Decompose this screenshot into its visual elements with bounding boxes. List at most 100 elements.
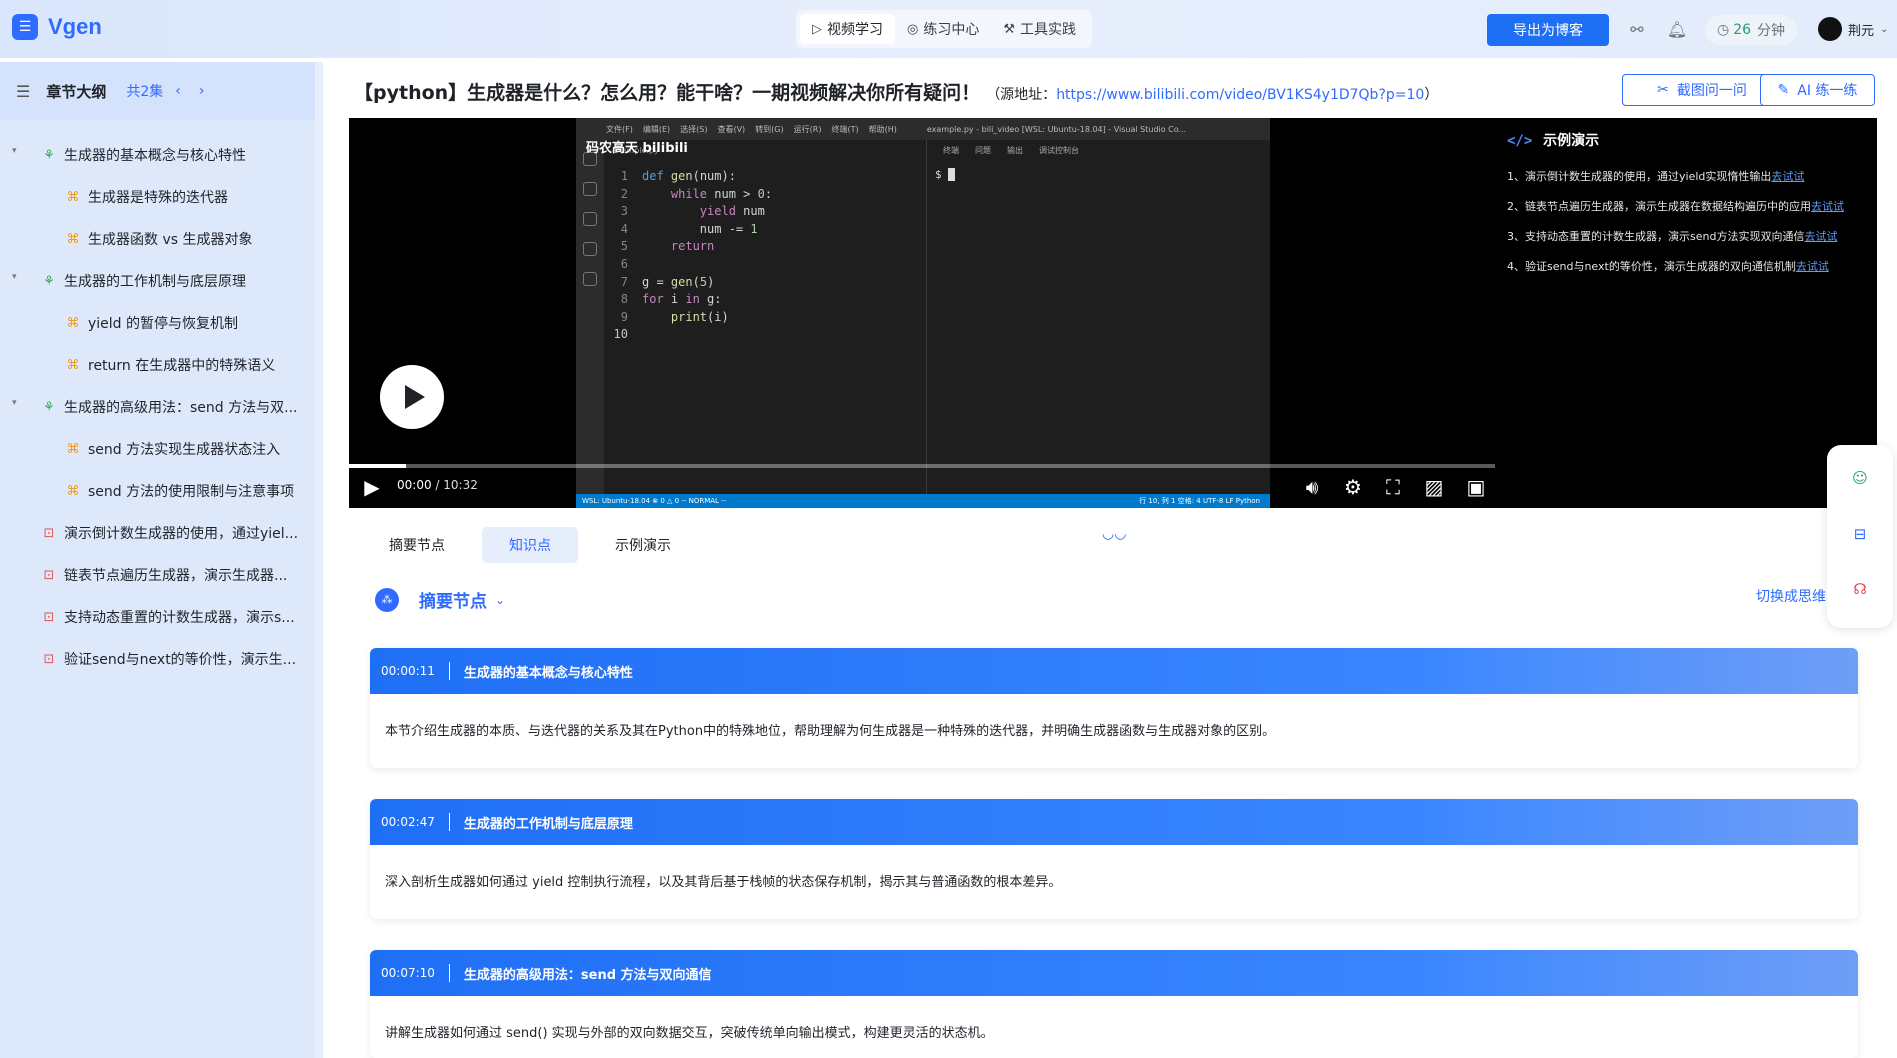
demo-item: 4、验证send与next的等价性，演示生成器的双向通信机制去试试 <box>1507 260 1829 273</box>
tab-knowledge[interactable]: 知识点 <box>482 527 578 563</box>
tab-summary[interactable]: 摘要节点 <box>362 527 472 563</box>
card-body: 深入剖析生成器如何通过 yield 控制执行流程，以及其背后基于栈帧的状态保存机… <box>385 875 1062 890</box>
outline-item[interactable]: ⊡ 演示倒计数生成器的使用，通过yiel... <box>0 512 315 554</box>
caret-down-icon[interactable]: ▾ <box>12 272 17 282</box>
caret-down-icon[interactable]: ▾ <box>12 146 17 156</box>
try-link[interactable]: 去试试 <box>1804 230 1837 243</box>
outline-item[interactable]: ⌘ 生成器函数 vs 生成器对象 <box>0 218 315 260</box>
outline-item[interactable]: ⌘ 生成器是特殊的迭代器 <box>0 176 315 218</box>
video-progress-bar[interactable] <box>349 464 1495 468</box>
user-menu[interactable]: 荆元 ⌄ <box>1818 17 1888 41</box>
outline-item[interactable]: ⌘ return 在生成器中的特殊语义 <box>0 344 315 386</box>
outline-item[interactable]: ▾ ⚘ 生成器的高级用法：send 方法与双... <box>0 386 315 428</box>
share-icon[interactable]: ⚯ <box>1626 18 1648 40</box>
total-time: 10:32 <box>443 478 478 492</box>
nav-video-learning[interactable]: ▷ 视频学习 <box>800 14 895 44</box>
screenshot-ask-button[interactable]: ✂ 截图问一问 <box>1622 74 1782 106</box>
toolbox-icon[interactable]: ⊟ <box>1849 523 1871 545</box>
outline-item[interactable]: ⌘ send 方法的使用限制与注意事项 <box>0 470 315 512</box>
sidebar-header: ☰ 章节大纲 共2集 ‹ › <box>0 62 315 120</box>
try-link[interactable]: 去试试 <box>1771 170 1804 183</box>
card-body: 讲解生成器如何通过 send() 实现与外部的双向数据交互，突破传统单向输出模式… <box>385 1026 994 1041</box>
code-line: 5 return <box>620 239 715 254</box>
outline-label: 生成器的基本概念与核心特性 <box>64 148 246 164</box>
fullscreen-icon[interactable]: ⛶ <box>1380 474 1406 500</box>
nav-label: 工具实践 <box>1020 22 1076 38</box>
source-suffix: ） <box>1424 87 1439 103</box>
summary-card[interactable]: 00:00:11 生成器的基本概念与核心特性 本节介绍生成器的本质、与迭代器的关… <box>370 648 1858 768</box>
picture-in-picture-icon[interactable]: ▣ <box>1463 474 1489 500</box>
status-left: WSL: Ubuntu-18.04 ⊗ 0 △ 0 -- NORMAL -- <box>582 497 727 505</box>
terminal-tab: 问题 <box>975 145 991 155</box>
nodes-icon: ⁂ <box>375 587 399 612</box>
chevron-right-icon[interactable]: › <box>199 83 205 99</box>
big-play-button[interactable] <box>380 365 444 429</box>
outline-item[interactable]: ▾ ⚘ 生成器的基本概念与核心特性 <box>0 134 315 176</box>
summary-section-header[interactable]: ⁂ 摘要节点 ⌄ <box>375 587 505 612</box>
vscode-editor: example.py 1 def gen (num): 2 while num > … <box>604 140 924 498</box>
video-time: 00:00 / 10:32 <box>397 478 478 492</box>
caret-down-icon[interactable]: ▾ <box>12 398 17 408</box>
ai-practice-button[interactable]: ✎ AI 练一练 <box>1760 74 1875 106</box>
episode-count: 共2集 <box>126 84 164 100</box>
section-title: 摘要节点 <box>419 592 487 612</box>
summary-card[interactable]: 00:07:10 生成器的高级用法：send 方法与双向通信 讲解生成器如何通过… <box>370 950 1858 1058</box>
node-icon: ⌘ <box>66 441 80 457</box>
video-title: 【python】生成器是什么？怎么用？能干啥？一期视频解决你所有疑问！ <box>354 82 981 104</box>
nav-label: 练习中心 <box>923 22 980 38</box>
sparkle-icon: ✎ <box>1777 82 1790 98</box>
sidebar-scrollbar[interactable] <box>315 62 323 1058</box>
try-link[interactable]: 去试试 <box>1811 200 1844 213</box>
code-line: 3 yield num <box>620 204 765 219</box>
demo-icon: ⊡ <box>43 567 55 583</box>
code-line: 7g = gen(5) <box>620 274 715 289</box>
summary-card[interactable]: 00:02:47 生成器的工作机制与底层原理 深入剖析生成器如何通过 yield… <box>370 799 1858 919</box>
outline-item[interactable]: ⌘ yield 的暂停与恢复机制 <box>0 302 315 344</box>
source-info: （源地址：https://www.bilibili.com/video/BV1K… <box>986 87 1438 103</box>
collapse-menu-icon[interactable]: ☰ <box>16 82 30 101</box>
tree-icon: ⚘ <box>43 399 55 415</box>
video-player[interactable]: 文件(F) 编辑(E) 选择(S) 查看(V) 转到(G) 运行(R) 终端(T… <box>349 118 1495 508</box>
terminal-prompt: $ _ <box>935 168 955 181</box>
source-link[interactable]: https://www.bilibili.com/video/BV1KS4y1D… <box>1056 87 1424 103</box>
vscode-menu: 运行(R) <box>793 124 822 134</box>
outline-label: 生成器的工作机制与底层原理 <box>64 274 246 290</box>
chat-bot-icon[interactable]: ☺ <box>1849 467 1871 489</box>
sidebar-title: 章节大纲 <box>46 82 107 101</box>
try-link[interactable]: 去试试 <box>1796 260 1829 273</box>
app-logo[interactable]: ☰ Vgen <box>12 14 102 40</box>
card-title: 生成器的工作机制与底层原理 <box>463 816 633 832</box>
nav-tool-practice[interactable]: ⚒ 工具实践 <box>991 14 1088 44</box>
wrench-icon: ⚒ <box>1003 21 1015 37</box>
eye-closed-icon[interactable]: ◡◡ <box>1102 526 1126 542</box>
outline-item[interactable]: ⊡ 验证send与next的等价性，演示生... <box>0 638 315 680</box>
divider <box>448 964 450 982</box>
headset-icon[interactable]: ☊ <box>1849 578 1871 600</box>
card-timestamp[interactable]: 00:07:10 <box>381 966 435 980</box>
demo-item: 2、链表节点遍历生成器，演示生成器在数据结构遍历中的应用去试试 <box>1507 200 1844 213</box>
nav-practice-center[interactable]: ◎ 练习中心 <box>895 14 991 44</box>
demo-icon: ⊡ <box>43 609 55 625</box>
chevron-left-icon[interactable]: ‹ <box>175 83 181 99</box>
export-blog-button[interactable]: 导出为博客 <box>1487 14 1609 46</box>
gear-icon[interactable]: ⚙ <box>1340 474 1366 500</box>
outline-item[interactable]: ⌘ send 方法实现生成器状态注入 <box>0 428 315 470</box>
play-outline-icon: ▷ <box>812 21 822 37</box>
app-name: Vgen <box>48 14 102 39</box>
volume-icon[interactable]: 🔊︎ <box>1299 474 1325 500</box>
avatar <box>1818 17 1842 41</box>
outline-item[interactable]: ⊡ 支持动态重置的计数生成器，演示s... <box>0 596 315 638</box>
tab-demo[interactable]: 示例演示 <box>588 527 698 563</box>
subtitle-off-icon[interactable]: ▨ <box>1421 474 1447 500</box>
code-tag-icon: </> <box>1507 133 1533 149</box>
vscode-statusbar: WSL: Ubuntu-18.04 ⊗ 0 △ 0 -- NORMAL -- 行… <box>576 494 1270 508</box>
bell-icon[interactable]: 🔔︎ <box>1666 18 1688 40</box>
outline-item[interactable]: ⊡ 链表节点遍历生成器，演示生成器... <box>0 554 315 596</box>
outline-item[interactable]: ▾ ⚘ 生成器的工作机制与底层原理 <box>0 260 315 302</box>
card-timestamp[interactable]: 00:02:47 <box>381 815 435 829</box>
card-timestamp[interactable]: 00:00:11 <box>381 664 435 678</box>
divider <box>448 813 450 831</box>
switch-mindmap-link[interactable]: 切换成思维 <box>1756 586 1826 606</box>
play-icon[interactable]: ▶ <box>359 474 385 500</box>
outline-label: 演示倒计数生成器的使用，通过yiel... <box>64 526 299 542</box>
